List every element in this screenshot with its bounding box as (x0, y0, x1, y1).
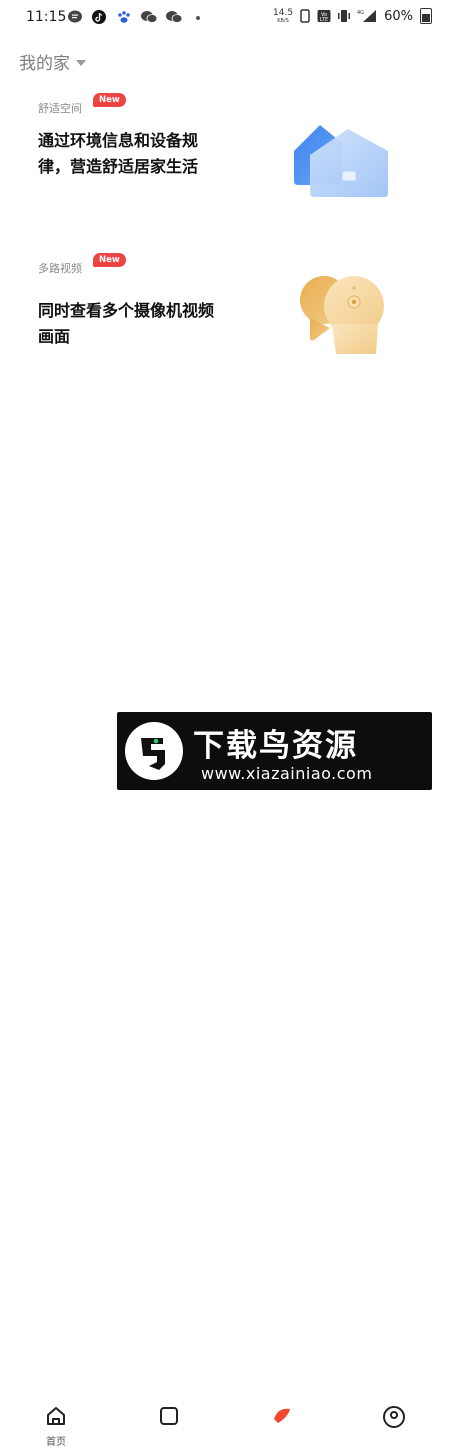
house-illustration-icon (294, 125, 388, 197)
svg-text:4G: 4G (357, 10, 364, 16)
battery-icon (420, 8, 432, 24)
status-right-group: 14.5 KB/S Vo LTE 4G 60% (273, 8, 432, 24)
multi-video-card[interactable]: 多路视频 New 同时查看多个摄像机视频画面 (0, 248, 450, 378)
nav-home-label: 首页 (46, 1437, 66, 1448)
more-notifications-dot-icon (196, 16, 200, 20)
card-title: 同时查看多个摄像机视频画面 (38, 301, 215, 346)
new-badge: New (93, 253, 126, 267)
watermark-url: www.xiazainiao.com (201, 764, 373, 783)
card-label: 舒适空间 (38, 102, 82, 115)
status-bar: 11:15 14.5 KB/S Vo LTE 4G 60% (0, 0, 450, 34)
message-icon (68, 10, 82, 23)
phone-icon (300, 9, 310, 23)
tiktok-icon (92, 10, 106, 24)
bird-logo-icon (125, 722, 183, 780)
device-icon (160, 1407, 178, 1425)
vibrate-icon (338, 10, 351, 22)
comfort-space-card[interactable]: 舒适空间 New 通过环境信息和设备规律，营造舒适居家生活 (0, 88, 450, 228)
svg-text:LTE: LTE (320, 17, 328, 23)
nav-smart[interactable] (252, 1405, 312, 1431)
home-name: 我的家 (19, 54, 70, 74)
signal-icon: 4G (357, 10, 377, 22)
home-icon (47, 1407, 65, 1425)
wechat-icon (141, 11, 158, 23)
battery-percent: 60% (384, 8, 413, 24)
network-speed: 14.5 KB/S (273, 7, 294, 24)
watermark-banner: 下载鸟资源 www.xiazainiao.com (117, 712, 432, 790)
profile-icon (383, 1406, 405, 1428)
smart-icon (274, 1408, 290, 1423)
volte-icon: Vo LTE (317, 10, 331, 23)
nav-profile[interactable] (364, 1405, 424, 1433)
chevron-down-icon (76, 59, 86, 66)
nav-home[interactable]: 首页 (26, 1405, 86, 1448)
wechat-icon-2 (166, 11, 183, 23)
home-selector[interactable]: 我的家 (19, 49, 86, 74)
nav-devices[interactable] (139, 1405, 199, 1431)
status-time: 11:15 (26, 9, 67, 25)
card-label: 多路视频 (38, 262, 82, 275)
camera-illustration-icon (300, 276, 384, 354)
baidu-paw-icon (118, 11, 130, 23)
card-title: 通过环境信息和设备规律，营造舒适居家生活 (38, 131, 199, 176)
watermark-title: 下载鸟资源 (193, 728, 358, 764)
new-badge: New (93, 93, 126, 107)
